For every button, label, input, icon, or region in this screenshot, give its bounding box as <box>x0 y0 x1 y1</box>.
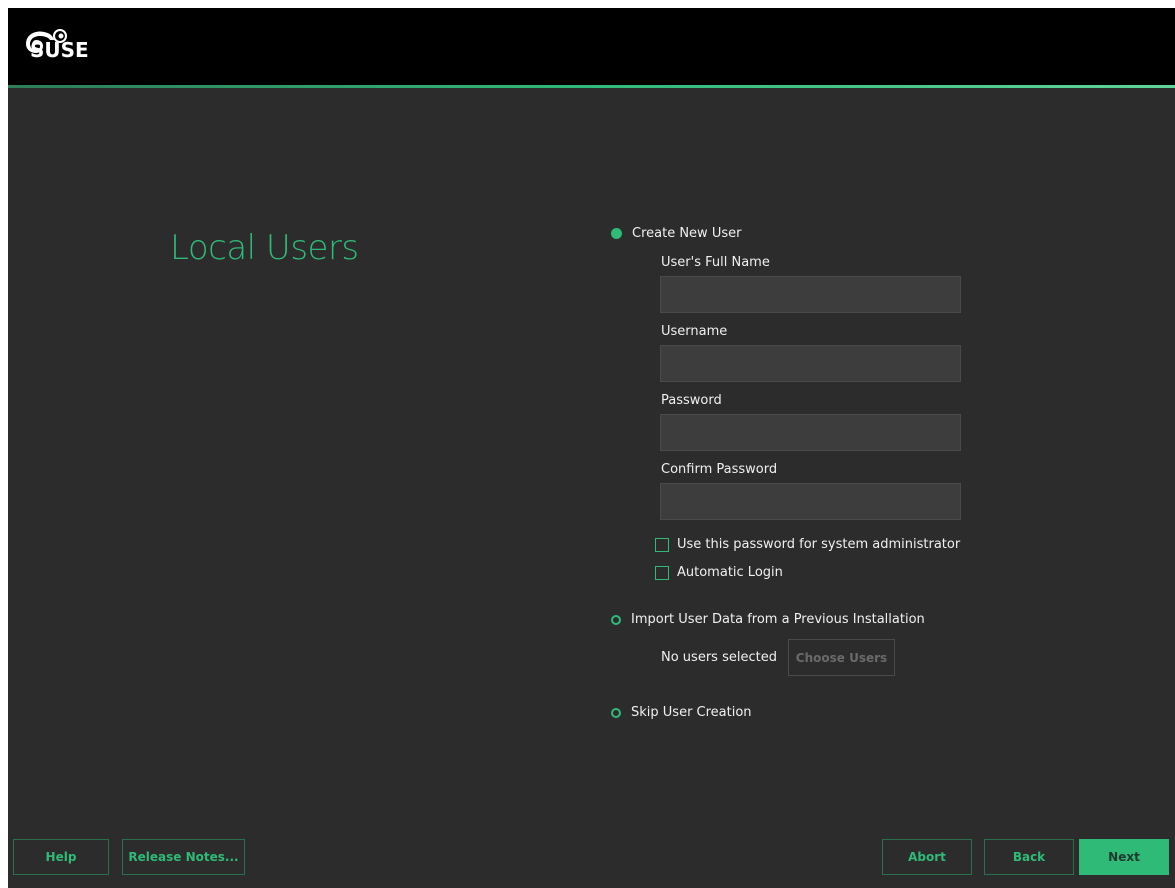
password-input[interactable] <box>660 414 961 451</box>
help-button[interactable]: Help <box>13 839 109 875</box>
installer-window: SUSE Local Users Create New User User's … <box>8 8 1175 888</box>
use-password-for-admin-label: Use this password for system administrat… <box>677 537 961 552</box>
use-password-for-admin-checkbox[interactable]: Use this password for system administrat… <box>655 537 960 552</box>
radio-create-new-user[interactable]: Create New User <box>611 226 741 241</box>
automatic-login-checkbox[interactable]: Automatic Login <box>655 565 783 580</box>
checkbox-unchecked-icon <box>655 537 669 552</box>
confirm-password-label: Confirm Password <box>661 462 778 477</box>
radio-selected-icon <box>611 228 622 239</box>
username-label: Username <box>661 324 728 339</box>
brand-logo-text: SUSE <box>30 38 89 62</box>
header-bar: SUSE <box>8 8 1175 86</box>
radio-import-user-data-label: Import User Data from a Previous Install… <box>631 612 925 627</box>
page-title: Local Users <box>170 228 359 268</box>
password-label: Password <box>661 393 722 408</box>
abort-button[interactable]: Abort <box>882 839 972 875</box>
full-name-input[interactable] <box>660 276 961 313</box>
username-input[interactable] <box>660 345 961 382</box>
radio-unselected-icon <box>611 707 621 718</box>
radio-skip-user-creation[interactable]: Skip User Creation <box>611 705 752 720</box>
radio-import-user-data[interactable]: Import User Data from a Previous Install… <box>611 612 925 627</box>
choose-users-button[interactable]: Choose Users <box>788 639 895 676</box>
radio-unselected-icon <box>611 614 621 625</box>
import-status-text: No users selected <box>661 650 777 665</box>
automatic-login-label: Automatic Login <box>677 565 783 580</box>
release-notes-button[interactable]: Release Notes... <box>122 839 245 875</box>
radio-skip-user-creation-label: Skip User Creation <box>631 705 752 720</box>
radio-create-new-user-label: Create New User <box>632 226 742 241</box>
checkbox-unchecked-icon <box>655 565 669 580</box>
confirm-password-input[interactable] <box>660 483 961 520</box>
header-accent-line <box>8 85 1175 88</box>
back-button[interactable]: Back <box>984 839 1074 875</box>
next-button[interactable]: Next <box>1079 839 1169 875</box>
full-name-label: User's Full Name <box>661 255 770 270</box>
